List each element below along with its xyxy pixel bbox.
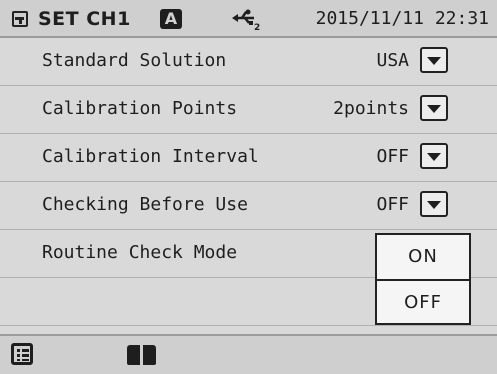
setting-label: Routine Check Mode: [42, 242, 238, 263]
page-title: SET CH1: [38, 8, 131, 30]
option-on[interactable]: ON: [377, 235, 469, 281]
setting-row-checking-before-use[interactable]: Checking Before Use OFF: [0, 182, 497, 230]
setting-label: Checking Before Use: [42, 194, 248, 215]
book-icon[interactable]: [127, 345, 157, 365]
setting-value: OFF: [376, 146, 409, 167]
setting-label: Standard Solution: [42, 50, 227, 71]
channel-settings-icon: [12, 11, 28, 27]
setting-row-calibration-points[interactable]: Calibration Points 2points: [0, 86, 497, 134]
datetime-display: 2015/11/11 22:31: [315, 8, 489, 29]
setting-value: OFF: [376, 194, 409, 215]
list-icon[interactable]: [11, 343, 33, 365]
option-popup: ON OFF: [375, 233, 471, 325]
setting-row-standard-solution[interactable]: Standard Solution USA: [0, 38, 497, 86]
dropdown-arrow-icon[interactable]: [420, 143, 448, 169]
setting-value: USA: [376, 50, 409, 71]
dropdown-arrow-icon[interactable]: [420, 47, 448, 73]
setting-row-calibration-interval[interactable]: Calibration Interval OFF: [0, 134, 497, 182]
setting-label: Calibration Interval: [42, 146, 259, 167]
svg-text:2: 2: [254, 23, 260, 32]
settings-screen: SET CH1 A 2 2015/11/11 22:31 Standard So…: [0, 0, 497, 374]
mode-badge: A: [160, 9, 182, 29]
status-bar: SET CH1 A 2 2015/11/11 22:31: [0, 0, 497, 38]
dropdown-arrow-icon[interactable]: [420, 191, 448, 217]
setting-value: 2points: [333, 98, 409, 119]
dropdown-arrow-icon[interactable]: [420, 95, 448, 121]
usb-icon: 2: [232, 9, 260, 32]
setting-label: Calibration Points: [42, 98, 238, 119]
option-off[interactable]: OFF: [377, 281, 469, 325]
bottom-toolbar: [0, 334, 497, 374]
